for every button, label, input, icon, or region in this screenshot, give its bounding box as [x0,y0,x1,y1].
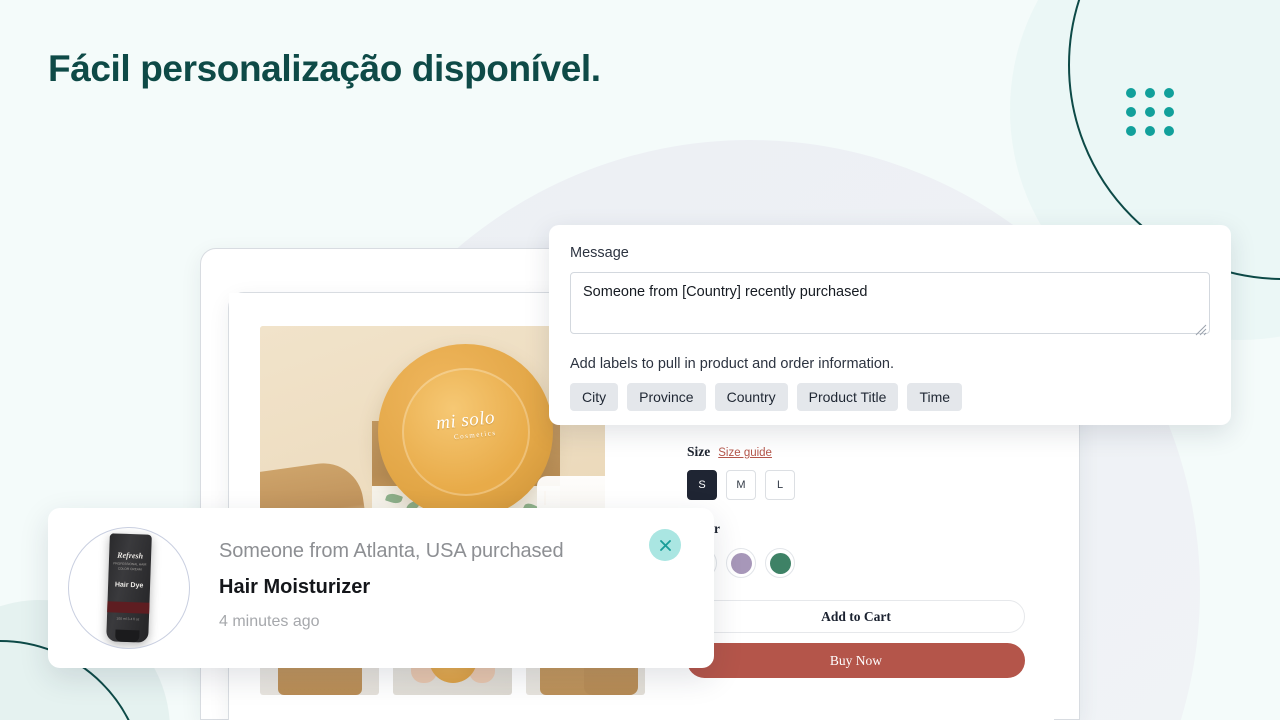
tube-cap [115,629,140,643]
buy-now-button[interactable]: Buy Now [687,643,1025,678]
product-thumbnail-hair-dye: Refresh PROFESSIONAL HAIR COLOR CREAM Ha… [68,527,190,649]
notification-product-name: Hair Moisturizer [219,576,371,598]
grid-dot [1126,126,1136,136]
size-label: Size [687,444,711,459]
notification-text-block: Someone from Atlanta, USA purchased Hair… [219,540,564,631]
label-chip-row: City Province Country Product Title Time [570,383,1210,411]
color-swatch-green[interactable] [765,548,795,578]
labels-helper-text: Add labels to pull in product and order … [570,356,895,372]
hero-photo-brand: mi solo Cosmetics [435,407,497,443]
size-option-m[interactable]: M [726,470,756,500]
photo-jar-main: mi solo Cosmetics [378,344,553,519]
add-to-cart-button[interactable]: Add to Cart [687,600,1025,633]
size-guide-link[interactable]: Size guide [718,447,772,459]
grid-dot [1164,88,1174,98]
message-textarea-wrapper: Someone from [Country] recently purchase… [570,272,1210,339]
label-chip-city[interactable]: City [570,383,619,411]
page-title: Fácil personalização disponível. [48,48,601,89]
label-chip-country[interactable]: Country [714,383,788,411]
purchase-notification-card[interactable]: Refresh PROFESSIONAL HAIR COLOR CREAM Ha… [48,508,714,668]
tube-color-band [107,601,150,614]
grid-dot [1164,107,1174,117]
label-chip-province[interactable]: Province [627,383,706,411]
grid-dot [1145,88,1155,98]
tube-product-name: Hair Dye [114,581,144,590]
size-option-s[interactable]: S [687,470,717,500]
label-chip-time[interactable]: Time [907,383,963,411]
grid-dot [1126,88,1136,98]
color-section-header: Color [687,520,1032,538]
close-glyph [659,539,671,551]
tube-subtitle-text: PROFESSIONAL HAIR COLOR CREAM [113,561,147,572]
color-selector [687,548,1032,578]
message-input[interactable]: Someone from [Country] recently purchase… [570,272,1210,334]
tube-brand-text: Refresh [117,550,144,561]
grid-dot [1145,107,1155,117]
grid-dot [1145,126,1155,136]
message-field-label: Message [570,245,629,261]
message-settings-panel: Message Someone from [Country] recently … [549,225,1231,425]
color-swatch-lavender[interactable] [726,548,756,578]
screenshot-root: Fácil personalização disponível. MASCARI… [0,0,1280,720]
tube-footer-text: 100 ml 3.4 fl oz [116,616,140,622]
size-option-l[interactable]: L [765,470,795,500]
grid-dot [1164,126,1174,136]
size-selector: S M L [687,470,1032,500]
notification-headline: Someone from Atlanta, USA purchased [219,540,564,562]
close-icon[interactable] [649,529,681,561]
hair-dye-tube-image: Refresh PROFESSIONAL HAIR COLOR CREAM Ha… [106,533,152,643]
label-chip-product-title[interactable]: Product Title [796,383,899,411]
size-section-header: Size Size guide [687,444,1032,460]
dot-grid-icon [1126,88,1174,136]
notification-timestamp: 4 minutes ago [219,613,320,630]
grid-dot [1126,107,1136,117]
